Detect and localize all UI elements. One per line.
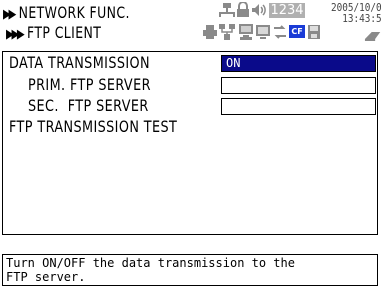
data-transmission-value-field[interactable]: ON <box>221 55 376 72</box>
breadcrumb-level-1: ▶▶ NETWORK FUNC. <box>3 4 130 24</box>
prim-ftp-server-label[interactable]: PRIM. FTP SERVER <box>28 76 151 94</box>
ftp-transmission-test-item[interactable]: FTP TRANSMISSION TEST <box>9 118 177 136</box>
help-message-box: Turn ON/OFF the data transmission to the… <box>2 254 378 286</box>
help-line-2: FTP server. <box>6 270 86 284</box>
cf-card-icon: CF <box>289 25 305 38</box>
settings-panel: DATA TRANSMISSION ON PRIM. FTP SERVER SE… <box>2 51 378 235</box>
breadcrumb-network-func: NETWORK FUNC. <box>18 3 130 22</box>
breadcrumb-ftp-client: FTP CLIENT <box>27 23 102 42</box>
sec-ftp-server-field[interactable] <box>221 98 376 115</box>
header: ▶▶ NETWORK FUNC. ▶▶▶ FTP CLIENT 1234 CF … <box>0 0 382 48</box>
floppy-icon <box>308 25 320 39</box>
transfer-icon <box>274 25 286 39</box>
cf-card-label: CF <box>291 27 303 36</box>
printer-icon <box>203 25 217 39</box>
help-line-1: Turn ON/OFF the data transmission to the <box>6 256 295 270</box>
memory-counter-badge: 1234 <box>269 3 305 18</box>
usb-icon <box>365 32 381 41</box>
ftp-client-screen: ▶▶ NETWORK FUNC. ▶▶▶ FTP CLIENT 1234 CF … <box>0 0 382 287</box>
breadcrumb-level-2: ▶▶▶ FTP CLIENT <box>6 24 101 44</box>
breadcrumb-arrows: ▶▶▶ <box>6 27 25 42</box>
sound-icon <box>252 4 266 16</box>
breadcrumb-arrows: ▶▶ <box>3 7 16 22</box>
datetime-display: 2005/10/0 13:43:5 <box>331 2 382 44</box>
prim-ftp-server-field[interactable] <box>221 77 376 94</box>
time-text: 13:43:5 <box>342 12 382 25</box>
data-transmission-label[interactable]: DATA TRANSMISSION <box>9 54 150 72</box>
sec-ftp-server-label[interactable]: SEC. FTP SERVER <box>28 97 149 115</box>
computer-icon <box>239 24 253 40</box>
lan-icon <box>219 24 235 40</box>
memory-counter-value: 1234 <box>270 3 304 18</box>
lock-icon <box>237 2 249 17</box>
network-icon <box>219 3 235 17</box>
display-icon <box>256 25 270 39</box>
status-icon-area: 1234 CF <box>196 0 326 46</box>
